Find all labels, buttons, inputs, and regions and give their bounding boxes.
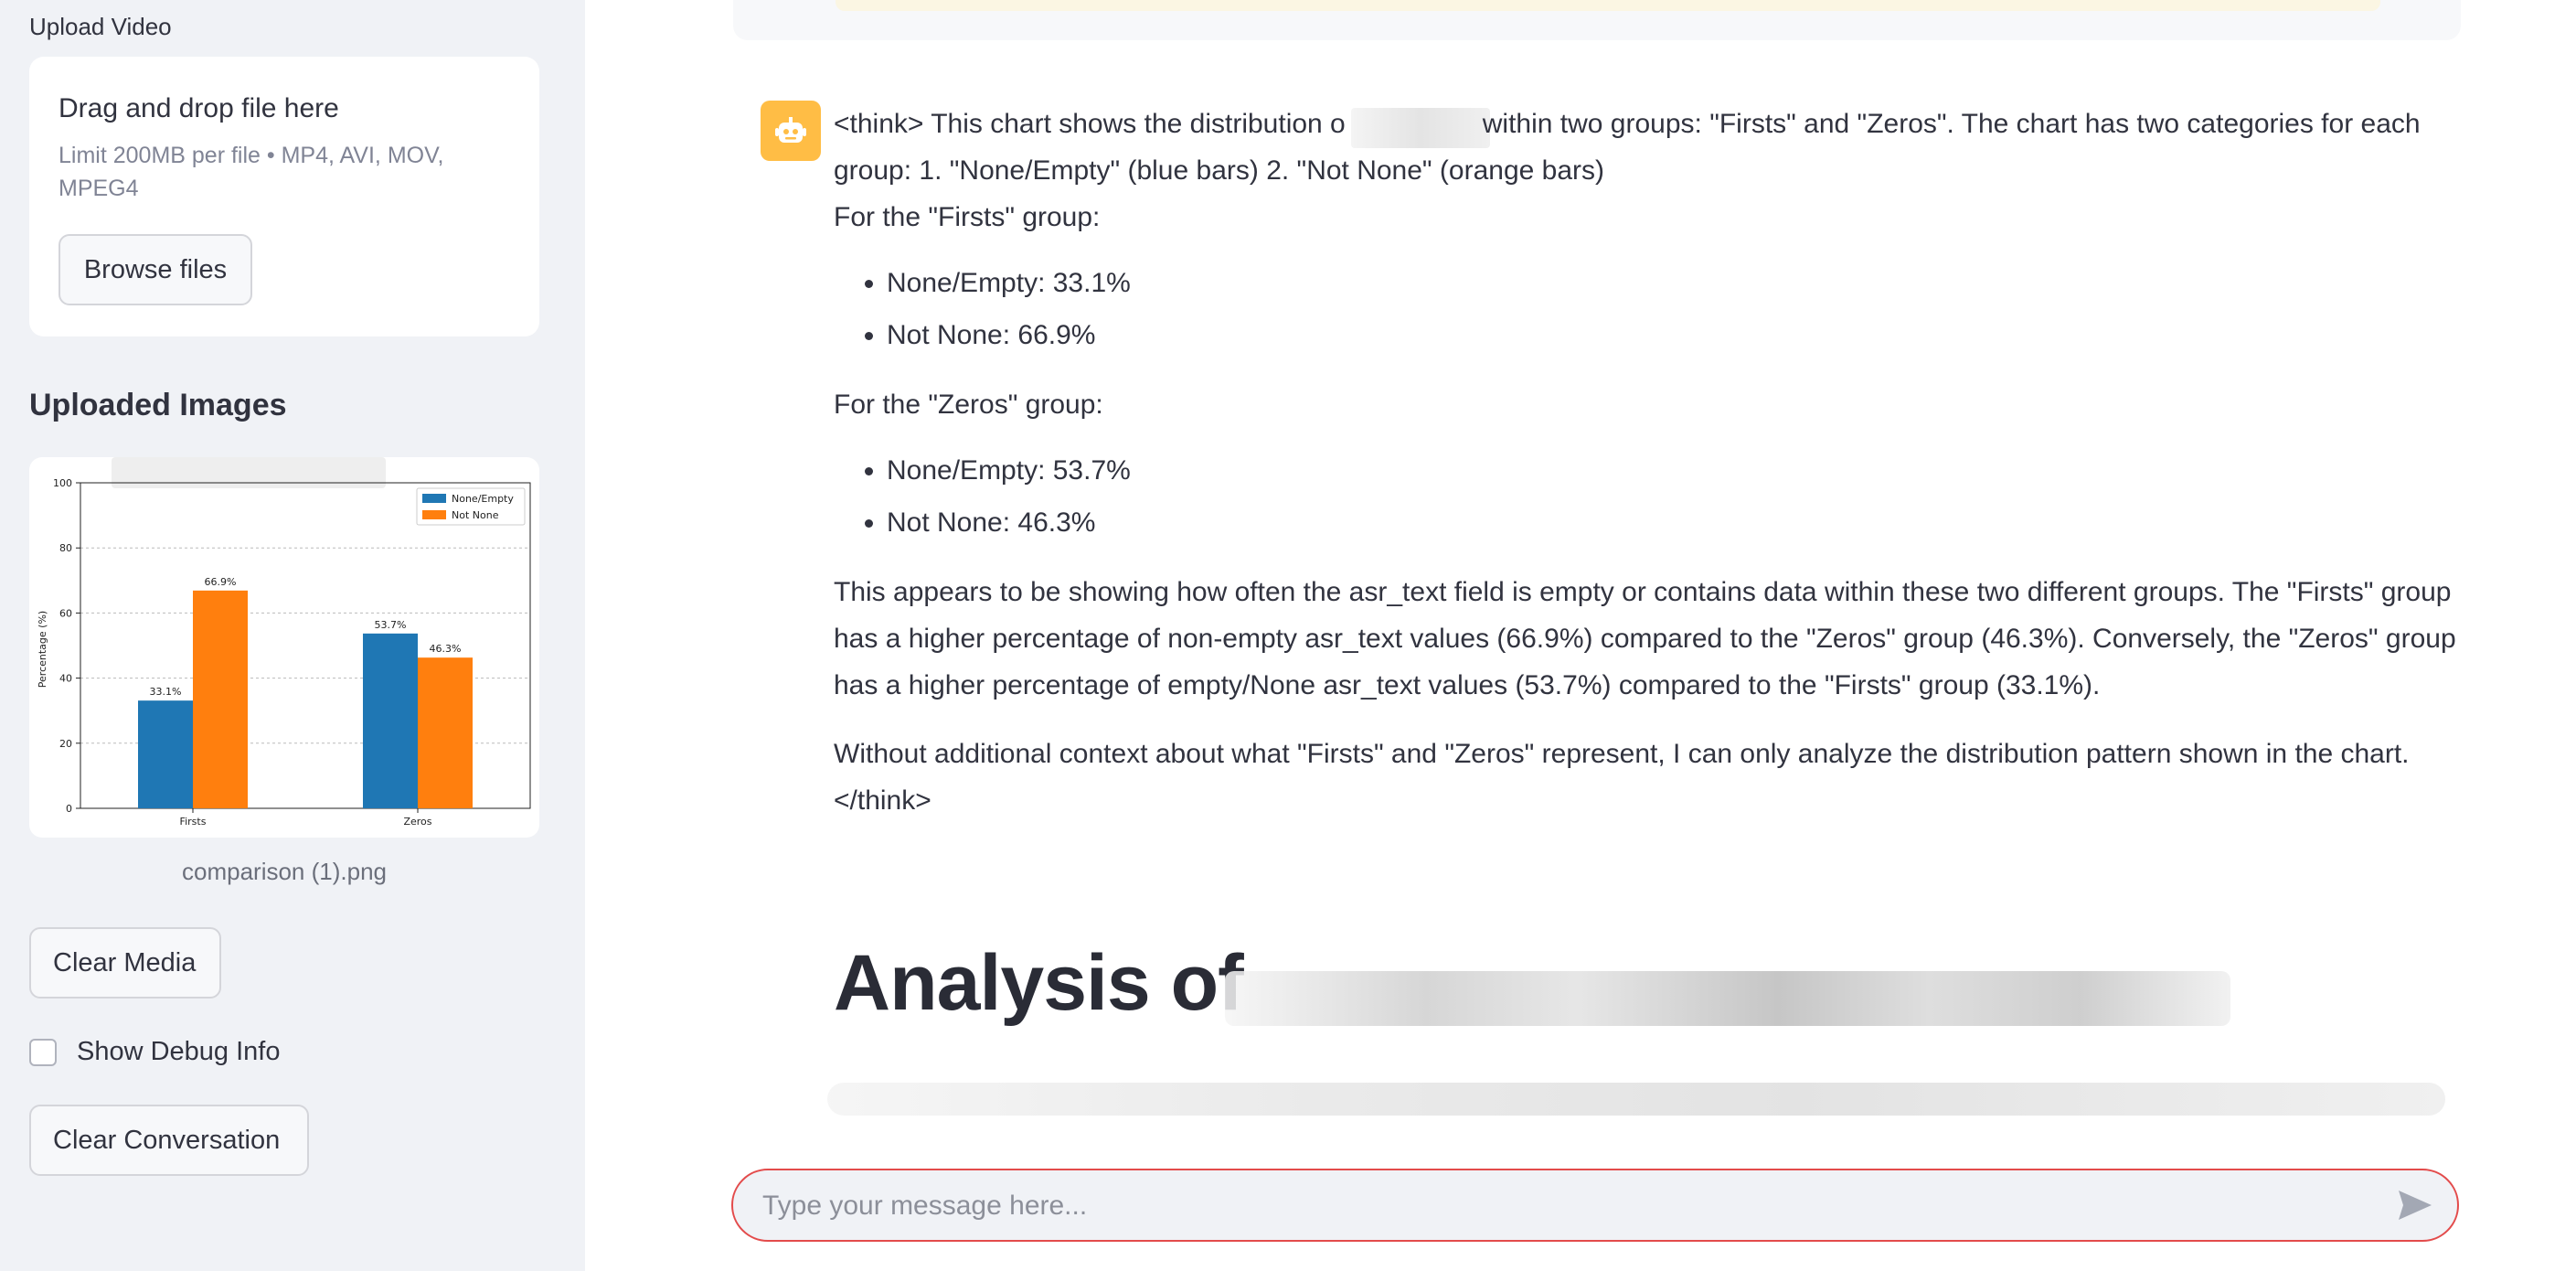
firsts-heading: For the "Firsts" group: — [834, 202, 1101, 232]
dropzone-title: Drag and drop file here — [59, 93, 339, 123]
chart-y-tick-label: 40 — [59, 673, 72, 685]
sidebar: Upload Video Drag and drop file here Lim… — [0, 0, 585, 1271]
file-dropzone[interactable]: Drag and drop file here Limit 200MB per … — [29, 57, 539, 336]
chart-y-tick-label: 100 — [53, 477, 72, 489]
chart-legend-label: Not None — [452, 509, 499, 521]
upload-video-label: Upload Video — [29, 13, 172, 40]
chart-x-tick-label: Firsts — [180, 816, 207, 828]
chart-data-label: 33.1% — [150, 686, 182, 698]
zeros-heading: For the "Zeros" group: — [834, 390, 1103, 420]
list-item: Not None: 46.3% — [887, 497, 2461, 549]
dropzone-limit-text: Limit 200MB per file • MP4, AVI, MOV, MP… — [59, 143, 444, 201]
redacted-text — [827, 1083, 2445, 1116]
image-caption: comparison (1).png — [182, 858, 387, 885]
previous-alert-box — [836, 0, 2380, 11]
send-button[interactable] — [2395, 1187, 2435, 1223]
chart-data-label: 46.3% — [430, 643, 462, 655]
chart-y-tick-label: 80 — [59, 542, 72, 554]
chart-legend-swatch — [422, 494, 446, 503]
chart-y-tick-label: 60 — [59, 607, 72, 619]
firsts-list: None/Empty: 33.1% Not None: 66.9% — [834, 257, 2461, 361]
analysis-paragraph: This appears to be showing how often the… — [834, 577, 2456, 700]
chart-data-label: 53.7% — [375, 619, 407, 631]
browse-files-button[interactable]: Browse files — [59, 234, 252, 305]
debug-checkbox[interactable] — [29, 1038, 57, 1066]
chart-y-tick-label: 0 — [66, 803, 72, 815]
chart-y-tick-label: 20 — [59, 738, 72, 750]
chart-bar — [193, 590, 248, 808]
chart-x-tick-label: Zeros — [403, 816, 431, 828]
chart-y-axis-label: Percentage (%) — [37, 611, 48, 688]
clear-conversation-button[interactable]: Clear Conversation — [29, 1105, 309, 1176]
show-debug-toggle[interactable]: Show Debug Info — [29, 1037, 280, 1067]
zeros-list: None/Empty: 53.7% Not None: 46.3% — [834, 444, 2461, 549]
robot-icon — [775, 117, 806, 143]
context-paragraph: Without additional context about what "F… — [834, 739, 2410, 816]
list-item: Not None: 66.9% — [887, 309, 2461, 361]
chart-data-label: 66.9% — [205, 576, 237, 588]
assistant-message: <think> This chart shows the distributio… — [834, 101, 2461, 824]
chart-legend-label: None/Empty — [452, 493, 514, 505]
chart-legend-swatch — [422, 510, 446, 519]
chat-input-container[interactable] — [731, 1169, 2459, 1242]
message-intro: <think> This chart shows the distributio… — [834, 101, 2461, 194]
chart-bar — [138, 700, 193, 808]
uploaded-images-heading: Uploaded Images — [29, 388, 287, 422]
send-icon — [2399, 1191, 2432, 1220]
previous-message-container — [733, 0, 2461, 40]
debug-label: Show Debug Info — [77, 1037, 281, 1066]
comparison-chart: 0 20 40 60 80 100 33.1% 66.9% Firsts 53.7% 46.3% Ze… — [37, 457, 531, 828]
clear-media-button[interactable]: Clear Media — [29, 927, 221, 999]
list-item: None/Empty: 53.7% — [887, 444, 2461, 497]
assistant-avatar — [761, 101, 821, 161]
chart-bar — [363, 633, 418, 808]
chart-bar — [418, 657, 473, 808]
message-intro-start: <think> This chart shows the distributio… — [834, 109, 1346, 139]
redacted-heading-text — [1225, 971, 2230, 1026]
analysis-heading: Analysis of — [834, 939, 1244, 1027]
chat-message-input[interactable] — [761, 1170, 2355, 1242]
uploaded-image-thumbnail: 0 20 40 60 80 100 33.1% 66.9% Firsts 53.7% 46.3% Ze… — [29, 457, 539, 838]
list-item: None/Empty: 33.1% — [887, 257, 2461, 309]
